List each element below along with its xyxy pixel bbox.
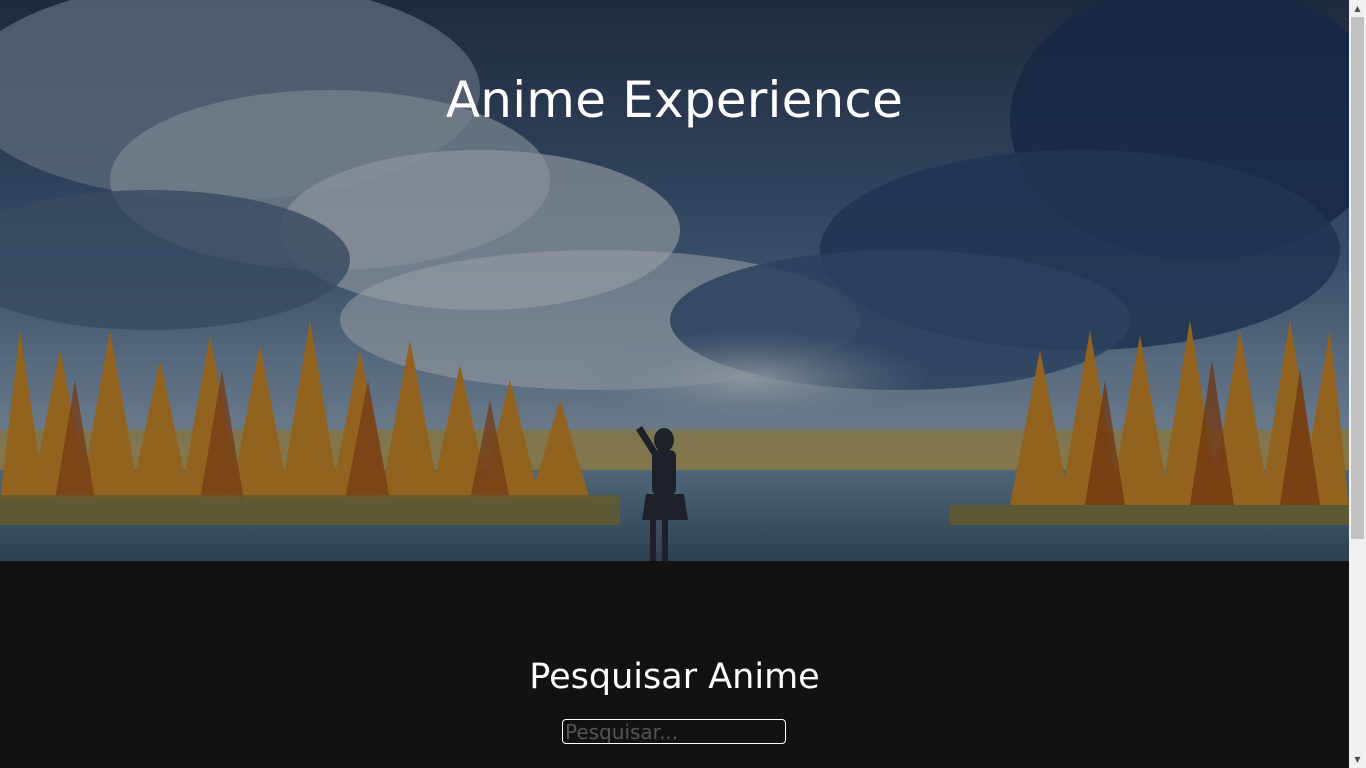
hero-banner: Anime Experience [0, 0, 1349, 561]
page: Anime Experience Pesquisar Anime [0, 0, 1349, 768]
chevron-up-icon[interactable]: ▲ [1349, 0, 1366, 17]
scrollbar-thumb[interactable] [1351, 17, 1364, 539]
search-heading: Pesquisar Anime [529, 657, 820, 697]
hero-title: Anime Experience [445, 71, 904, 129]
vertical-scrollbar[interactable]: ▲ ▼ [1349, 0, 1366, 768]
search-input[interactable] [562, 719, 786, 744]
chevron-down-icon[interactable]: ▼ [1349, 751, 1366, 768]
search-section: Pesquisar Anime [0, 561, 1349, 768]
